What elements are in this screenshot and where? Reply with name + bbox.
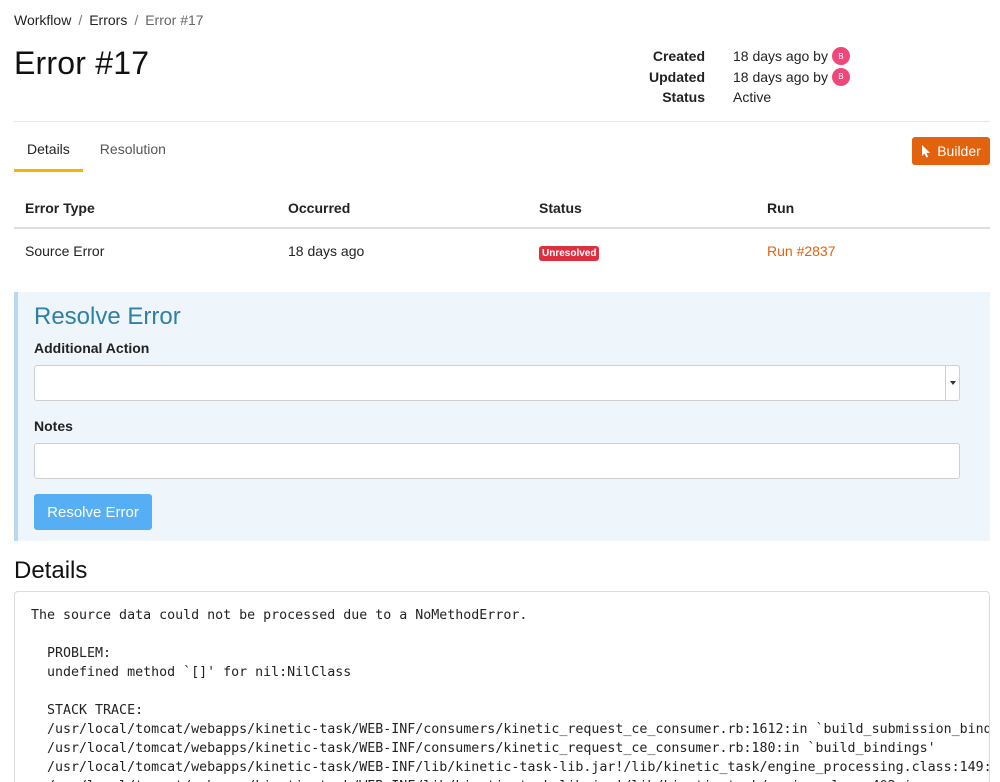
status-badge: Unresolved xyxy=(539,245,600,261)
caret-down-icon[interactable] xyxy=(945,366,959,400)
breadcrumb: Workflow / Errors / Error #17 xyxy=(14,12,204,28)
resolve-panel-title: Resolve Error xyxy=(34,303,181,330)
updated-value-wrap: 18 days ago by B xyxy=(733,67,850,86)
column-header-status: Status xyxy=(528,188,756,229)
builder-button-label: Builder xyxy=(937,143,981,159)
table-header-row: Error Type Occurred Status Run xyxy=(14,188,990,229)
builder-button[interactable]: Builder xyxy=(912,137,990,165)
cell-run: Run #2837 xyxy=(756,228,990,272)
column-header-error-type: Error Type xyxy=(14,188,277,229)
error-meta: Created 18 days ago by B Updated 18 days… xyxy=(600,46,850,108)
page-title: Error #17 xyxy=(14,45,150,81)
updated-label: Updated xyxy=(649,68,705,85)
tab-resolution[interactable]: Resolution xyxy=(87,130,179,172)
error-details-box[interactable]: The source data could not be processed d… xyxy=(14,591,990,782)
updated-value: 18 days ago by xyxy=(733,68,828,85)
resolve-error-button[interactable]: Resolve Error xyxy=(34,494,152,530)
avatar[interactable]: B xyxy=(831,67,850,86)
cell-occurred: 18 days ago xyxy=(288,242,365,259)
breadcrumb-current: Error #17 xyxy=(145,12,204,28)
breadcrumb-separator: / xyxy=(78,12,83,28)
meta-created: Created 18 days ago by B xyxy=(600,46,850,67)
tab-bar: Details Resolution xyxy=(14,130,179,172)
table-row: Source Error 18 days ago Unresolved Run … xyxy=(14,228,990,272)
additional-action-select[interactable] xyxy=(34,365,960,401)
column-header-run: Run xyxy=(756,188,990,229)
details-heading: Details xyxy=(14,557,88,584)
created-label: Created xyxy=(652,48,705,65)
cell-error-type: Source Error xyxy=(25,242,105,259)
error-summary-table: Error Type Occurred Status Run Source Er… xyxy=(14,188,990,272)
notes-label: Notes xyxy=(34,418,73,434)
resolve-error-panel: Resolve Error Additional Action Notes Re… xyxy=(14,292,990,541)
breadcrumb-errors[interactable]: Errors xyxy=(89,12,127,28)
tab-details[interactable]: Details xyxy=(14,130,83,172)
breadcrumb-separator: / xyxy=(134,12,139,28)
additional-action-label: Additional Action xyxy=(34,340,150,356)
status-label: Status xyxy=(662,89,705,106)
status-value: Active xyxy=(733,89,772,106)
header-divider xyxy=(14,121,990,122)
cursor-pointer-icon xyxy=(922,144,931,158)
cell-status: Unresolved xyxy=(528,228,756,272)
avatar[interactable]: B xyxy=(831,47,850,66)
breadcrumb-workflow[interactable]: Workflow xyxy=(14,12,71,28)
error-details-text: The source data could not be processed d… xyxy=(31,608,990,782)
created-value: 18 days ago by xyxy=(733,48,828,65)
column-header-occurred: Occurred xyxy=(277,188,528,229)
created-value-wrap: 18 days ago by B xyxy=(733,47,850,66)
meta-status: Status Active xyxy=(600,87,850,108)
meta-updated: Updated 18 days ago by B xyxy=(600,67,850,88)
run-link[interactable]: Run #2837 xyxy=(767,243,836,259)
notes-input[interactable] xyxy=(34,443,960,479)
